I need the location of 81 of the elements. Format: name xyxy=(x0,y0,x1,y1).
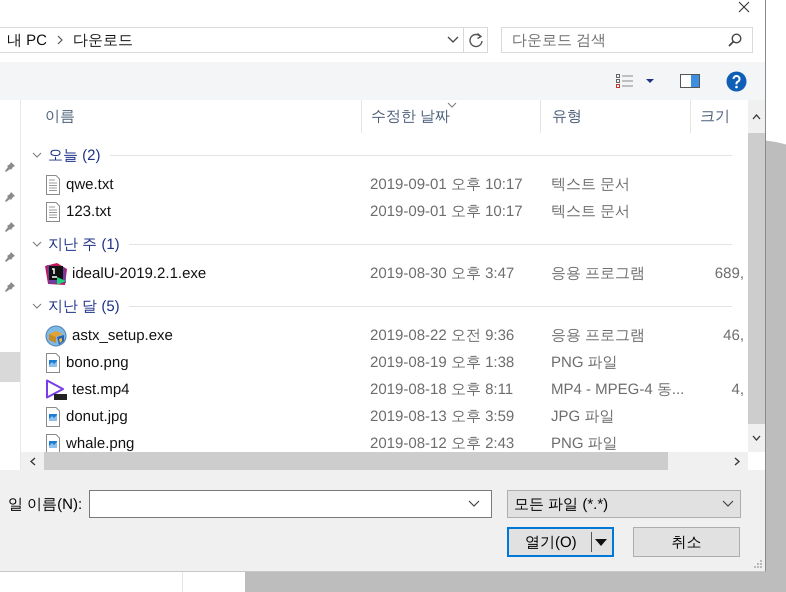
file-type: PNG 파일 xyxy=(550,434,619,452)
chevron-right-icon xyxy=(57,35,64,45)
chevron-down-icon xyxy=(752,435,761,441)
cancel-button[interactable]: 취소 xyxy=(633,527,740,557)
breadcrumb-item[interactable]: 다운로드 xyxy=(73,30,134,50)
image-file-icon xyxy=(45,352,61,372)
pin-icon xyxy=(4,191,16,203)
breadcrumb-item[interactable]: 내 PC xyxy=(7,30,48,50)
chevron-down-icon xyxy=(722,500,734,508)
chevron-down-icon xyxy=(32,239,42,249)
help-button[interactable] xyxy=(726,70,747,92)
open-button[interactable]: 열기(O) xyxy=(507,527,614,557)
pin-icon xyxy=(4,251,16,263)
chevron-left-icon xyxy=(30,456,36,466)
text-file-icon xyxy=(45,202,61,222)
chevron-down-icon xyxy=(32,150,42,160)
resize-grip-icon xyxy=(753,559,763,569)
address-bar[interactable]: 내 PC 다운로드 xyxy=(0,27,488,53)
file-name: 123.txt xyxy=(66,203,112,220)
file-date: 2019-08-18 오후 8:11 xyxy=(369,380,514,399)
file-type: 텍스트 문서 xyxy=(550,175,632,194)
text-file-icon xyxy=(45,174,61,194)
file-name: qwe.txt xyxy=(66,176,114,193)
chevron-down-icon[interactable] xyxy=(468,500,480,508)
file-type: 응용 프로그램 xyxy=(550,264,646,283)
file-name: bono.png xyxy=(66,354,129,371)
sort-chevron-icon xyxy=(446,102,456,108)
chevron-down-icon[interactable] xyxy=(447,36,459,44)
caret-icon xyxy=(594,538,607,546)
scrollbar-thumb[interactable] xyxy=(748,133,765,424)
group-label: 지난 달 (5) xyxy=(48,296,120,316)
file-size: 689, xyxy=(714,265,745,282)
file-name: donut.jpg xyxy=(66,408,128,425)
file-name: astx_setup.exe xyxy=(72,327,173,344)
file-row[interactable]: whale.png 2019-08-12 오후 2:43 PNG 파일 xyxy=(21,430,748,452)
file-name: test.mp4 xyxy=(72,381,130,398)
file-row[interactable]: astx_setup.exe 2019-08-22 오전 9:36 응용 프로그램 46, xyxy=(21,322,748,349)
file-name: idealU-2019.2.1.exe xyxy=(72,265,206,282)
file-row[interactable]: idealU-2019.2.1.exe 2019-08-30 오후 3:47 응용 프로그램 689, xyxy=(21,260,748,287)
file-type: JPG 파일 xyxy=(550,407,616,426)
file-row[interactable]: test.mp4 2019-08-18 오후 8:11 MP4 - MPEG-4 동... 4, xyxy=(21,376,748,403)
file-row[interactable]: donut.jpg 2019-08-13 오후 3:59 JPG 파일 xyxy=(21,403,748,430)
scrollbar-thumb[interactable] xyxy=(44,452,668,470)
file-name: whale.png xyxy=(66,435,134,452)
file-type: PNG 파일 xyxy=(550,353,619,372)
image-file-icon xyxy=(45,406,61,426)
file-type: 응용 프로그램 xyxy=(550,326,646,345)
search-icon[interactable] xyxy=(728,33,742,47)
group-label: 지난 주 (1) xyxy=(48,234,120,254)
pin-icon xyxy=(4,161,16,173)
file-name-field[interactable] xyxy=(89,490,492,518)
search-field[interactable]: 다운로드 검색 xyxy=(501,27,753,53)
file-date: 2019-09-01 오후 10:17 xyxy=(369,202,524,221)
pin-icon xyxy=(4,281,16,293)
installer-icon xyxy=(45,324,67,346)
chevron-up-icon xyxy=(752,114,761,120)
file-size: 46, xyxy=(722,327,745,344)
video-file-icon xyxy=(45,378,67,400)
pin-icon xyxy=(4,221,16,233)
file-date: 2019-08-22 오전 9:36 xyxy=(369,326,516,345)
file-date: 2019-08-19 오후 1:38 xyxy=(369,353,516,372)
image-file-icon xyxy=(45,434,61,452)
preview-pane-button[interactable] xyxy=(680,74,700,88)
close-button[interactable] xyxy=(736,0,752,14)
file-row[interactable]: qwe.txt 2019-09-01 오후 10:17 텍스트 문서 xyxy=(21,171,748,198)
app-logo-icon xyxy=(45,262,67,284)
file-type: MP4 - MPEG-4 동... xyxy=(550,380,686,399)
group-label: 오늘 (2) xyxy=(48,146,100,164)
file-row[interactable]: 123.txt 2019-09-01 오후 10:17 텍스트 문서 xyxy=(21,198,748,225)
file-date: 2019-08-12 오후 2:43 xyxy=(369,434,516,452)
file-type: 텍스트 문서 xyxy=(550,202,632,221)
field-label: 일 이름(N): xyxy=(8,494,84,514)
chevron-right-icon xyxy=(734,456,740,466)
file-type-dropdown[interactable]: 모든 파일 (*.*) xyxy=(507,490,741,518)
chevron-down-icon xyxy=(32,301,42,311)
file-date: 2019-09-01 오후 10:17 xyxy=(369,175,524,194)
refresh-icon xyxy=(468,32,484,48)
file-date: 2019-08-30 오후 3:47 xyxy=(369,264,516,283)
file-date: 2019-08-13 오후 3:59 xyxy=(369,407,516,426)
file-size: 4, xyxy=(730,381,745,398)
file-row[interactable]: bono.png 2019-08-19 오후 1:38 PNG 파일 xyxy=(21,349,748,376)
